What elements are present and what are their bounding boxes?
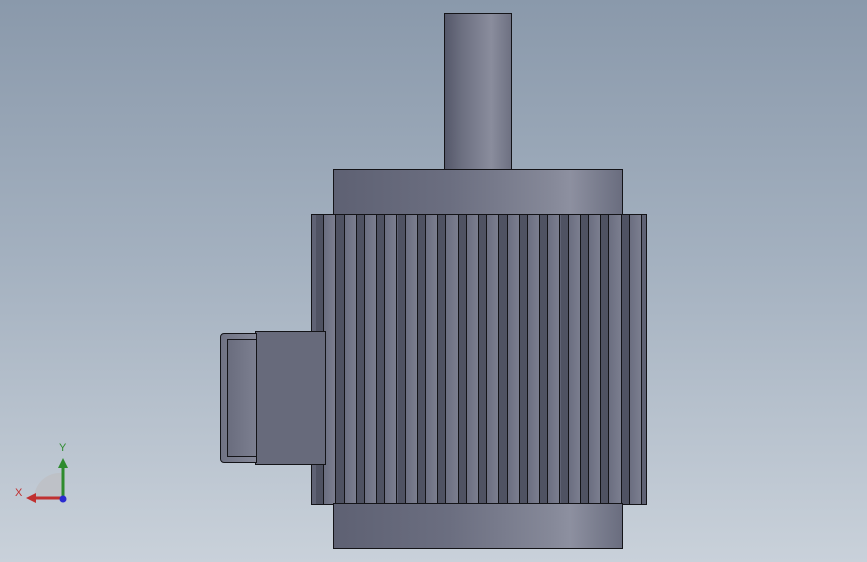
- terminal-box-cover[interactable]: [220, 333, 257, 463]
- housing-groove: [499, 215, 507, 504]
- terminal-box-cover-face: [227, 339, 256, 457]
- housing-groove: [601, 215, 609, 504]
- housing-groove: [479, 215, 487, 504]
- housing-groove: [438, 215, 446, 504]
- housing-fin: [608, 215, 622, 504]
- housing-groove: [540, 215, 548, 504]
- housing-fin: [486, 215, 500, 504]
- triad-y-label: Y: [59, 442, 67, 454]
- reference-triad: Y X: [14, 442, 74, 506]
- motor-housing-finned[interactable]: [311, 214, 647, 505]
- housing-fin: [343, 215, 357, 504]
- terminal-box[interactable]: [255, 331, 326, 465]
- housing-groove: [336, 215, 344, 504]
- housing-fin: [526, 215, 541, 504]
- 3d-viewport[interactable]: Y X: [0, 0, 867, 562]
- housing-fin: [445, 215, 459, 504]
- motor-end-cap-bottom[interactable]: [333, 503, 623, 549]
- housing-fin: [425, 215, 439, 504]
- housing-fin: [628, 215, 642, 504]
- housing-fin: [506, 215, 520, 504]
- housing-groove: [397, 215, 405, 504]
- motor-shaft[interactable]: [444, 13, 512, 170]
- housing-groove: [417, 215, 425, 504]
- housing-groove: [621, 215, 629, 504]
- housing-fin: [384, 215, 398, 504]
- triad-x-label: X: [15, 487, 23, 499]
- housing-groove: [356, 215, 364, 504]
- housing-groove: [519, 215, 527, 504]
- housing-fin: [404, 215, 418, 504]
- housing-groove: [458, 215, 466, 504]
- housing-fin: [465, 215, 479, 504]
- housing-groove: [377, 215, 385, 504]
- housing-fin: [547, 215, 561, 504]
- motor-end-cap-top[interactable]: [333, 169, 623, 216]
- housing-fin: [363, 215, 378, 504]
- housing-fin: [567, 215, 581, 504]
- housing-groove: [580, 215, 588, 504]
- housing-groove: [560, 215, 568, 504]
- housing-fin: [588, 215, 602, 504]
